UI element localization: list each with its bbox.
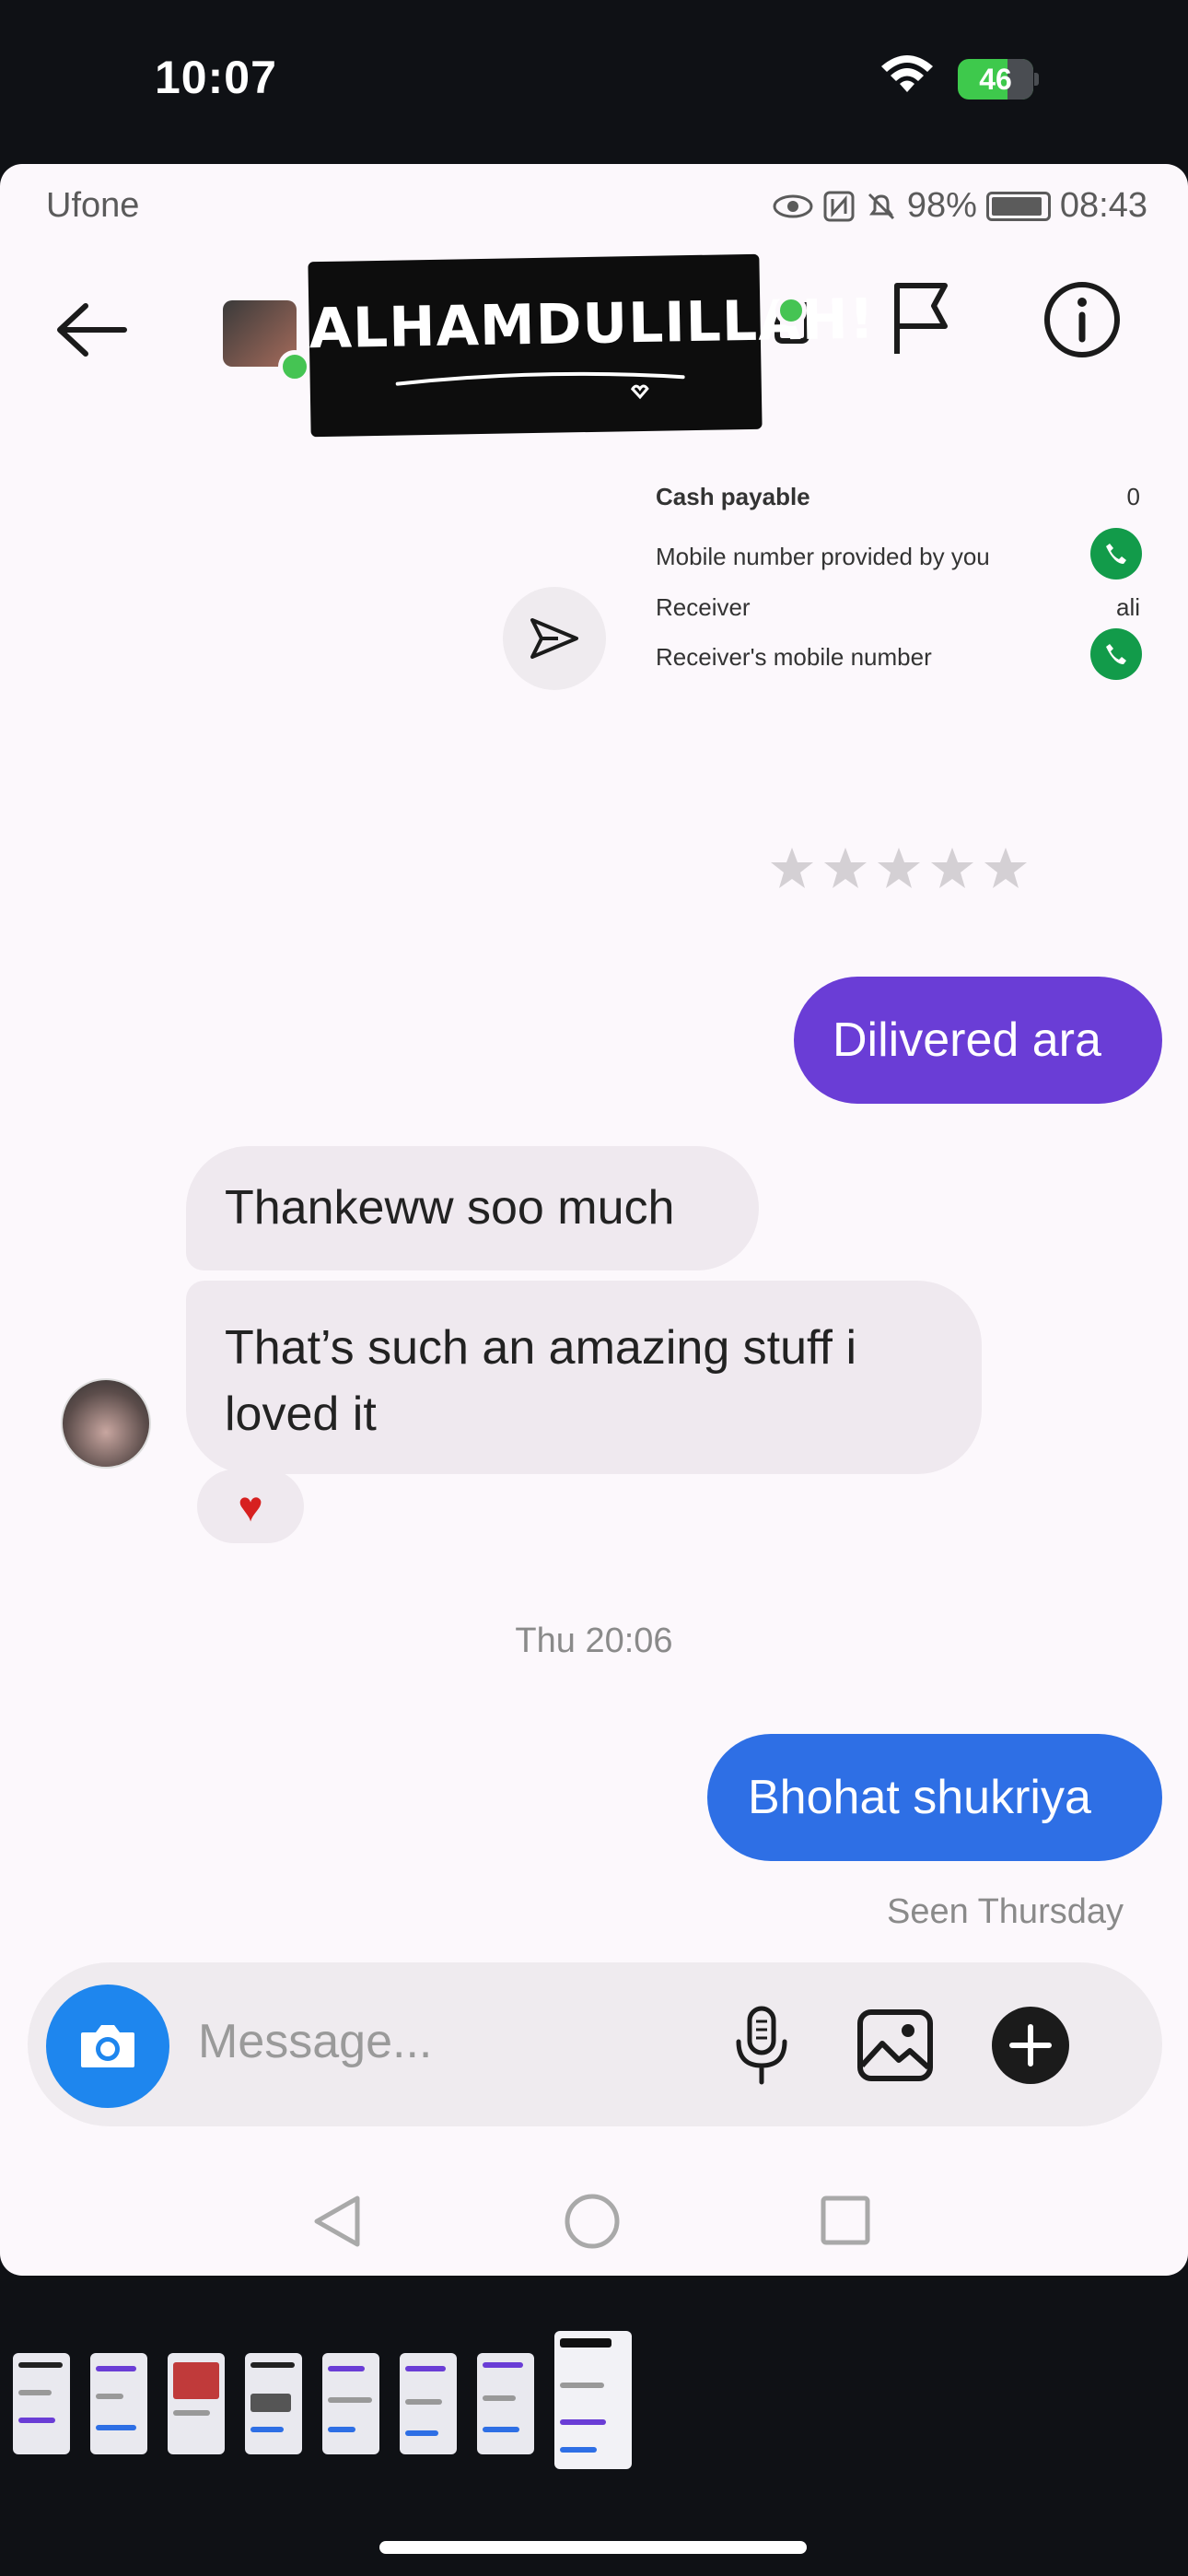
rating-stars[interactable] — [769, 846, 1029, 890]
receipt-row: Mobile number provided by you — [645, 528, 1151, 580]
thumbnail[interactable] — [168, 2353, 225, 2454]
phone-screen: Ufone 98% 08:43 ALHAMDULILLAH! Cash paya… — [0, 164, 1188, 2276]
ios-battery-level: 46 — [979, 63, 1012, 96]
thumbnail[interactable] — [90, 2353, 147, 2454]
incoming-message[interactable]: Thankeww soo much — [186, 1146, 759, 1270]
star-icon[interactable] — [876, 846, 922, 890]
thumbnail-strip — [0, 2331, 1188, 2469]
thumbnail-active[interactable] — [554, 2331, 632, 2469]
incoming-message[interactable]: That’s such an amazing stuff i loved it — [186, 1281, 982, 1474]
outgoing-message[interactable]: Dilivered ara — [794, 977, 1162, 1104]
ios-battery: 46 — [958, 59, 1039, 100]
thumbnail[interactable] — [477, 2353, 534, 2454]
receipt-label: Receiver's mobile number — [656, 643, 932, 671]
sticker-text: ALHAMDULILLAH! — [309, 287, 876, 362]
heart-reaction[interactable]: ♥ — [197, 1469, 304, 1543]
ios-status-bar: 10:07 46 — [0, 0, 1188, 166]
message-input[interactable] — [198, 2014, 714, 2069]
gallery-icon[interactable] — [856, 2008, 934, 2082]
seen-status: Seen Thursday — [886, 1892, 1124, 1931]
online-indicator — [278, 350, 311, 383]
android-nav-bar — [0, 2182, 1188, 2266]
thumbnail[interactable] — [13, 2353, 70, 2454]
receipt-row: Cash payable 0 — [645, 477, 1151, 514]
star-icon[interactable] — [929, 846, 975, 890]
phone-icon[interactable] — [1090, 628, 1142, 680]
thumbnail[interactable] — [245, 2353, 302, 2454]
android-status-bar: Ufone 98% 08:43 — [0, 164, 1188, 247]
wifi-icon — [881, 55, 933, 92]
receipt-row: Receiver ali — [645, 588, 1151, 625]
mic-icon[interactable] — [729, 2005, 794, 2088]
receipt-label: Mobile number provided by you — [656, 543, 990, 570]
outgoing-message[interactable]: Bhohat shukriya — [707, 1734, 1162, 1861]
send-icon — [530, 618, 578, 659]
receipt-value: 0 — [1126, 483, 1140, 510]
plus-icon[interactable] — [990, 2005, 1071, 2086]
android-battery-percent: 98% — [906, 186, 977, 225]
thumbnail[interactable] — [322, 2353, 379, 2454]
nav-back-icon[interactable] — [309, 2193, 365, 2250]
sticker-underline-heart — [395, 371, 685, 400]
receipt-label: Receiver — [656, 593, 751, 621]
carrier-label: Ufone — [46, 186, 140, 225]
star-icon[interactable] — [769, 846, 815, 890]
ios-clock: 10:07 — [155, 52, 277, 103]
thumbnail[interactable] — [400, 2353, 457, 2454]
battery-icon — [985, 191, 1051, 221]
phone-icon[interactable] — [1090, 528, 1142, 580]
sender-avatar[interactable] — [61, 1378, 151, 1469]
camera-button[interactable] — [46, 1985, 169, 2108]
star-icon[interactable] — [983, 846, 1029, 890]
eye-icon — [773, 194, 813, 217]
message-timestamp: Thu 20:06 — [515, 1622, 673, 1660]
star-icon[interactable] — [822, 846, 868, 890]
receipt-label: Cash payable — [656, 483, 810, 510]
alhamdulillah-sticker: ALHAMDULILLAH! — [308, 253, 876, 438]
sticker-online-dot — [775, 295, 807, 326]
android-clock: 08:43 — [1059, 186, 1147, 225]
receipt-row: Receiver's mobile number — [645, 628, 1151, 680]
android-status-right: 98% 08:43 — [773, 186, 1147, 226]
nav-home-icon[interactable] — [564, 2193, 621, 2250]
flag-icon[interactable] — [884, 278, 958, 357]
nfc-icon — [823, 191, 855, 221]
home-indicator[interactable] — [379, 2541, 807, 2554]
share-button[interactable] — [503, 587, 606, 690]
info-icon[interactable] — [1041, 278, 1124, 361]
mute-bell-icon — [868, 193, 894, 219]
receipt-value: ali — [1115, 593, 1140, 621]
camera-icon — [81, 2025, 134, 2067]
nav-recents-icon[interactable] — [820, 2195, 871, 2246]
back-arrow-icon[interactable] — [51, 298, 134, 362]
message-composer — [28, 1962, 1162, 2126]
